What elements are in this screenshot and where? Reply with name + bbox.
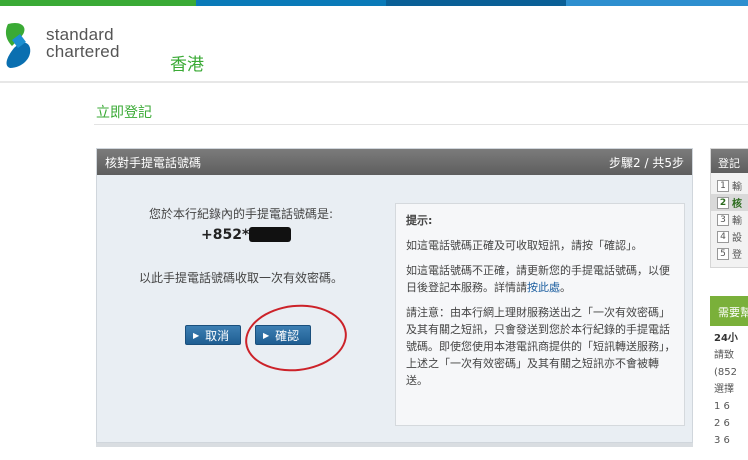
top-color-stripe: [0, 0, 748, 6]
sidebar-step: 1輸: [711, 177, 748, 194]
step-number: 2: [717, 196, 729, 209]
title-divider: [94, 124, 748, 125]
registration-steps-sidebar: 登記 1輸 2核 3輸 4設 5登: [710, 148, 748, 268]
sidebar-step: 4設: [711, 228, 748, 245]
sidebar-steps-list: 1輸 2核 3輸 4設 5登: [711, 173, 748, 262]
region-label: 香港: [170, 55, 204, 75]
help-line: 24小: [714, 333, 738, 344]
tip-incorrect-number: 如這電話號碼不正確，請更新您的手提電話號碼，以便日後登記本服務。詳情請按此處。: [406, 262, 676, 296]
help-box-header: 需要幫: [710, 296, 748, 326]
panel-bottom-edge: [96, 443, 693, 447]
brand-name: standard chartered: [46, 26, 120, 60]
sidebar-step: 3輸: [711, 211, 748, 228]
help-line: 2 6: [714, 418, 730, 429]
click-here-link[interactable]: 按此處: [527, 281, 560, 294]
step-label: 登: [732, 250, 742, 261]
cancel-label: 取消: [205, 328, 230, 343]
tips-box: 提示: 如這電話號碼正確及可收取短訊，請按「確認」。 如這電話號碼不正確，請更新…: [395, 203, 685, 426]
help-line: 請致: [714, 350, 734, 361]
tips-title: 提示:: [406, 214, 433, 227]
help-line: 選擇: [714, 384, 734, 395]
step-label: 輸: [732, 182, 742, 193]
help-line: 1 6: [714, 401, 730, 412]
cancel-button[interactable]: ▶ 取消: [185, 325, 241, 345]
redaction-mark: [249, 227, 291, 242]
brand-line-1: standard: [46, 25, 114, 44]
step-label: 設: [732, 233, 742, 244]
page-title: 立即登記: [96, 105, 152, 121]
tip-note: 請注意：由本行網上理財服務送出之「一次有效密碼」及其有關之短訊，只會發送到您於本…: [406, 306, 676, 387]
step-indicator: 步驟2 / 共5步: [609, 155, 684, 170]
verify-phone-panel: 核對手提電話號碼 步驟2 / 共5步 您於本行紀錄內的手提電話號碼是: +852…: [96, 148, 693, 443]
tip-correct-number: 如這電話號碼正確及可收取短訊，請按「確認」。: [406, 239, 643, 252]
sidebar-title: 登記: [711, 149, 748, 173]
brand-line-2: chartered: [46, 42, 120, 61]
step-number: 4: [717, 230, 729, 243]
step-number: 5: [717, 247, 729, 260]
sidebar-step: 5登: [711, 245, 748, 262]
standard-chartered-logo-icon[interactable]: [0, 18, 40, 72]
otp-instruction-text: 以此手提電話號碼收取一次有效密碼。: [139, 271, 344, 285]
help-title: 需要幫: [718, 306, 748, 319]
tip-incorrect-end: 。: [560, 281, 571, 294]
panel-title: 核對手提電話號碼: [105, 155, 202, 170]
red-annotation-circle: [241, 299, 351, 377]
help-line: (852: [714, 367, 737, 378]
step-label: 輸: [732, 216, 742, 227]
step-number: 1: [717, 179, 729, 192]
sidebar-step-current: 2核: [711, 194, 748, 211]
help-line: 3 6: [714, 435, 730, 446]
step-label: 核: [732, 199, 742, 210]
step-number: 3: [717, 213, 729, 226]
header-divider: [0, 81, 748, 83]
panel-header: 核對手提電話號碼 步驟2 / 共5步: [97, 149, 692, 175]
phone-intro-text: 您於本行紀錄內的手提電話號碼是:: [149, 207, 334, 221]
help-box-body: 24小 請致 (852 選擇 1 6 2 6 3 6: [714, 330, 748, 449]
play-arrow-icon: ▶: [193, 330, 200, 340]
